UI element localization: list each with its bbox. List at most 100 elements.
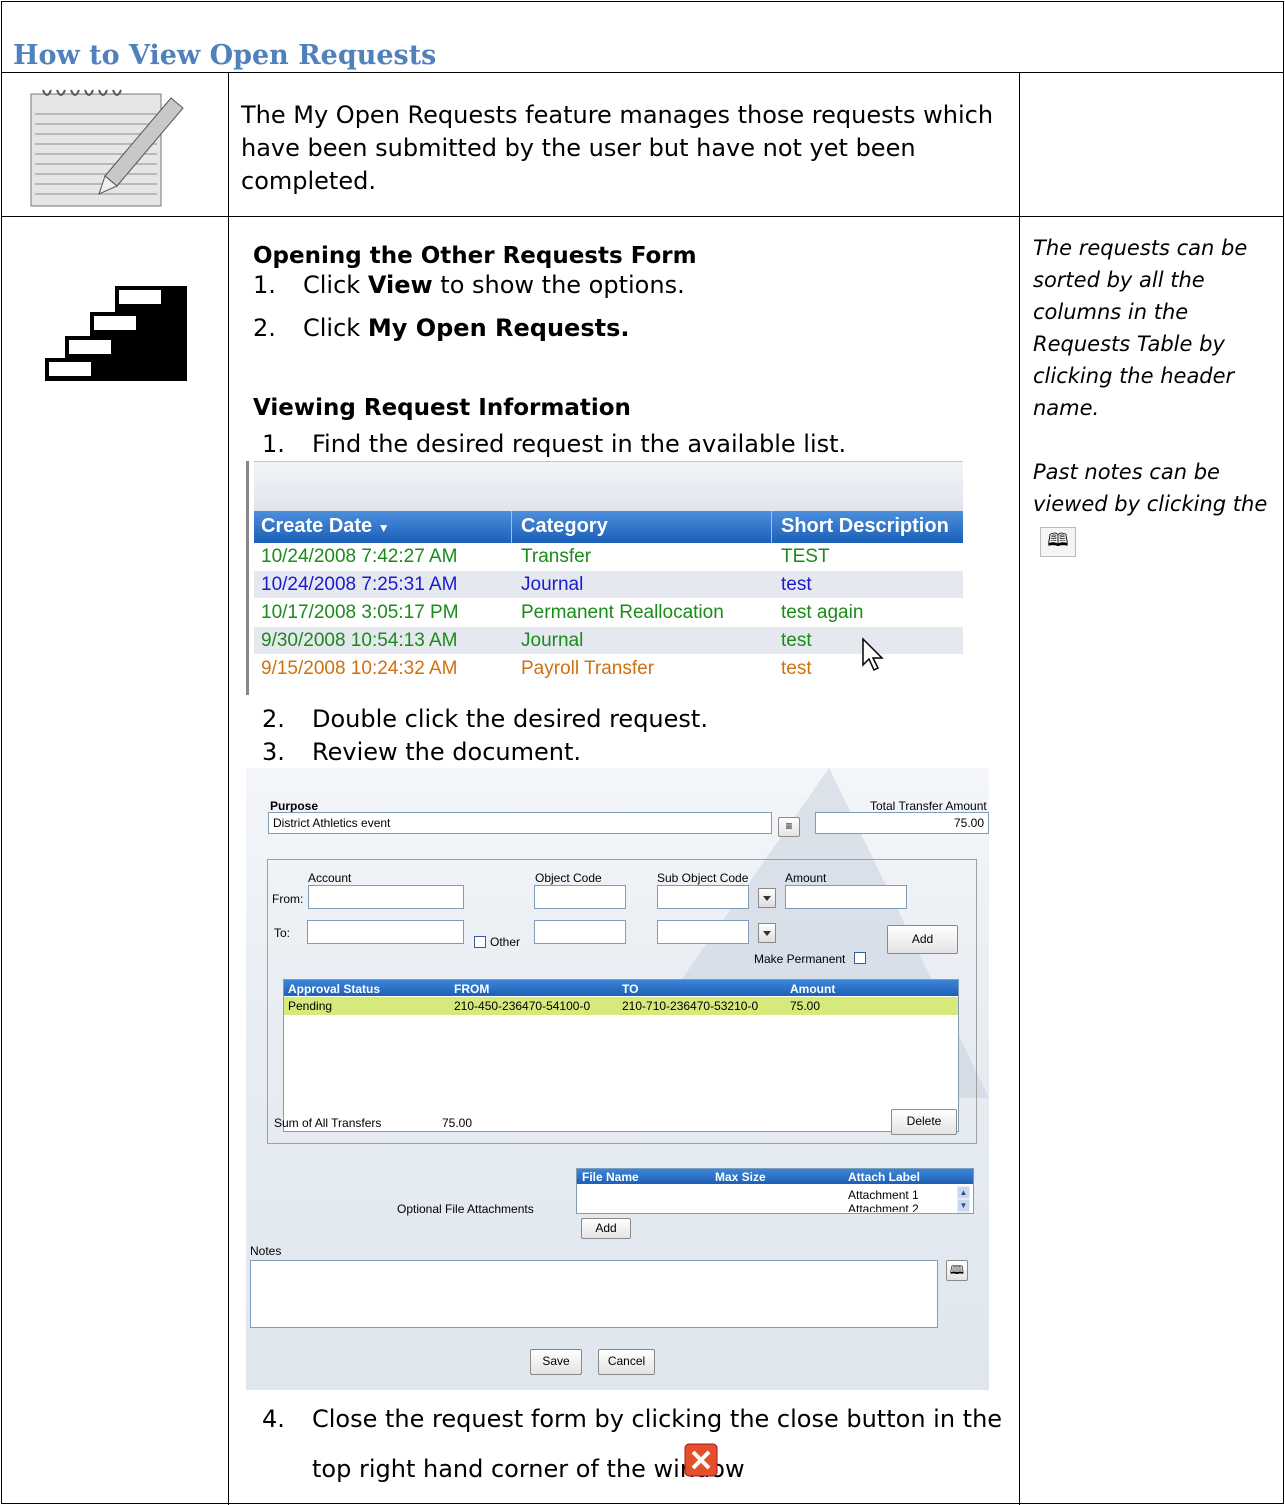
add-attachment-button[interactable]: Add [581,1218,631,1239]
cancel-button[interactable]: Cancel [598,1349,655,1375]
to-label: To: [274,926,291,940]
table-row[interactable]: 9/15/2008 10:24:32 AM Payroll Transfer tes… [254,655,963,682]
sum-value: 75.00 [442,1116,473,1130]
table-row[interactable]: 10/24/2008 7:42:27 AM Transfer TEST [254,543,963,570]
notes-textarea[interactable] [250,1260,938,1328]
step-text: to show the options. [432,271,685,299]
cell-desc: TEST [781,546,830,567]
table-top-border [1,72,1284,73]
attachments-scrollbar[interactable]: ▲ ▼ [957,1186,970,1213]
table-row[interactable]: 10/17/2008 3:05:17 PM Permanent Reallocat… [254,599,963,626]
scroll-up-icon[interactable]: ▲ [958,1187,969,1198]
cell-desc: test [781,630,812,651]
save-button[interactable]: Save [530,1349,582,1375]
make-permanent-checkbox[interactable] [854,952,866,964]
past-notes-button[interactable]: 🕮 [946,1260,968,1281]
steps-icon [45,286,187,381]
book-icon: 🕮 [949,1263,965,1277]
amount-label: Amount [785,871,827,885]
to-account-input[interactable] [307,920,464,944]
column-to[interactable]: TO [622,982,638,996]
list-toolbar [254,461,963,512]
section-heading-opening: Opening the Other Requests Form [253,243,697,269]
column-header-category[interactable]: Category [521,515,608,538]
table-row[interactable]: 10/24/2008 7:25:31 AM Journal test [254,571,963,598]
attachment-item[interactable]: Attachment 2 [848,1202,919,1212]
side-note-past-notes: Past notes can be viewed by clicking the [1033,460,1268,516]
request-list-header[interactable]: Create Date ▼ Category Short Description [254,511,963,543]
column-approval-status[interactable]: Approval Status [288,982,380,996]
to-sub-object-dropdown-icon[interactable] [758,923,776,943]
from-account-input[interactable] [308,885,464,909]
scroll-down-icon[interactable]: ▼ [958,1200,969,1211]
step-number: 2. [253,314,276,342]
purpose-input[interactable]: District Athletics event [268,812,772,834]
from-object-code-input[interactable] [534,885,626,909]
to-object-code-input[interactable] [534,920,626,944]
notepad-pencil-icon [21,86,191,210]
from-sub-object-select[interactable] [657,885,749,909]
from-amount-input[interactable] [785,885,907,909]
from-label: From: [272,892,304,906]
cell-category: Transfer [521,546,592,567]
table-column-divider-1 [228,72,229,1505]
total-transfer-input[interactable]: 75.00 [815,812,989,834]
column-header-create-date[interactable]: Create Date ▼ [261,515,390,538]
cell-category: Payroll Transfer [521,658,655,679]
delete-button[interactable]: Delete [891,1109,957,1135]
table-row[interactable]: 9/30/2008 10:54:13 AM Journal test [254,627,963,654]
list-icon: ≡ [785,819,793,833]
close-icon [684,1443,718,1477]
grid-cell-to: 210-710-236470-53210-0 [622,999,759,1013]
step-view-4-line2: top right hand corner of the window [262,1455,962,1485]
table-column-divider-2 [1019,72,1020,1505]
column-attach-label[interactable]: Attach Label [848,1170,920,1184]
column-from[interactable]: FROM [454,982,489,996]
add-transfer-button[interactable]: Add [887,925,958,954]
step-number: 1. [253,271,276,299]
purpose-label: Purpose [270,799,319,813]
cell-date: 10/24/2008 7:42:27 AM [261,546,458,567]
table-row[interactable]: Pending 210-450-236470-54100-0 210-710-2… [284,997,958,1015]
column-file-name[interactable]: File Name [582,1170,639,1184]
step-text: Close the request form by clicking the c… [312,1405,1003,1433]
step-open-2: 2. Click My Open Requests. [253,314,953,344]
step-view-3: 3. Review the document. [262,738,962,768]
other-checkbox[interactable] [474,936,486,948]
attachments-grid-header[interactable]: File Name Max Size Attach Label [577,1169,973,1184]
sub-object-code-label: Sub Object Code [657,871,749,885]
table-row-divider [1,216,1284,217]
step-number: 2. [262,705,285,733]
cell-category: Permanent Reallocation [521,602,724,623]
request-list-screenshot: Create Date ▼ Category Short Description… [246,461,963,695]
step-text: Review the document. [312,738,581,766]
step-number: 1. [262,430,285,458]
book-icon: 🕮 [1040,527,1076,557]
sum-label: Sum of All Transfers [274,1116,382,1130]
grid-cell-from: 210-450-236470-54100-0 [454,999,591,1013]
total-transfer-label: Total Transfer Amount [870,799,987,813]
cell-desc: test [781,658,812,679]
purpose-notes-button[interactable]: ≡ [778,817,800,837]
list-left-edge [246,461,249,695]
cell-date: 9/15/2008 10:24:32 AM [261,658,458,679]
cell-category: Journal [521,630,584,651]
cell-date: 10/17/2008 3:05:17 PM [261,602,459,623]
attachment-item[interactable]: Attachment 1 [848,1188,919,1202]
step-bold-my-open-requests: My Open Requests. [367,314,630,342]
step-bold-view: View [367,271,433,299]
cell-desc: test again [781,602,864,623]
column-max-size[interactable]: Max Size [715,1170,766,1184]
transfers-grid-header[interactable]: Approval Status FROM TO Amount [284,980,958,996]
from-sub-object-dropdown-icon[interactable] [758,888,776,908]
cell-desc: test [781,574,812,595]
account-label: Account [308,871,352,885]
request-form-screenshot: Purpose District Athletics event ≡ Total… [246,768,989,1390]
to-sub-object-select[interactable] [657,920,749,944]
grid-cell-amount: 75.00 [790,999,821,1013]
column-header-short-description[interactable]: Short Description [781,515,949,538]
step-text: top right hand corner of the window [312,1455,745,1483]
step-number: 4. [262,1405,285,1433]
step-view-1: 1. Find the desired request in the avail… [262,430,962,460]
column-amount[interactable]: Amount [790,982,835,996]
